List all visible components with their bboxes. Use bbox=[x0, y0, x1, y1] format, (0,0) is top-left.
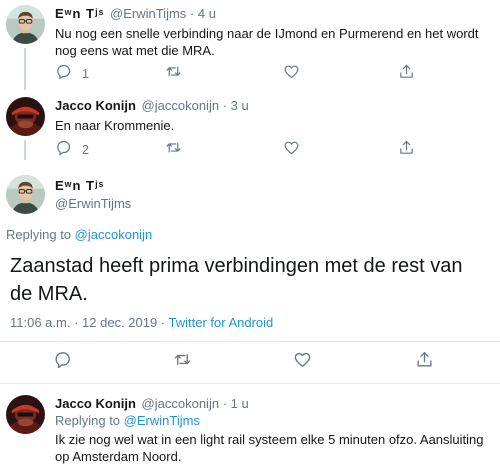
reply-count: 1 bbox=[82, 67, 89, 81]
reply-icon bbox=[55, 139, 72, 161]
tweet-source-link[interactable]: Twitter for Android bbox=[169, 315, 274, 330]
share-button[interactable] bbox=[398, 140, 415, 160]
separator: · bbox=[189, 6, 195, 21]
display-name[interactable]: Jacco Konijn bbox=[55, 396, 136, 411]
replying-to: Replying to @jaccokonijn bbox=[6, 227, 152, 242]
tweet-time[interactable]: 1 u bbox=[231, 396, 249, 411]
heart-icon bbox=[293, 350, 312, 374]
display-name[interactable]: Jacco Konijn bbox=[55, 98, 136, 113]
tweet-timestamp[interactable]: 11:06 a.m. · 12 dec. 2019 · bbox=[10, 315, 169, 330]
replying-to-label: Replying to bbox=[6, 227, 72, 242]
tweet-actions: 2 bbox=[55, 140, 435, 160]
tweet-time[interactable]: 4 u bbox=[198, 6, 216, 21]
avatar-jacco[interactable] bbox=[6, 97, 45, 136]
avatar-erwin[interactable] bbox=[6, 175, 45, 214]
reply-button[interactable]: 1 bbox=[55, 64, 89, 84]
divider bbox=[0, 383, 500, 384]
retweet-icon bbox=[173, 350, 192, 374]
retweet-button[interactable] bbox=[173, 352, 192, 372]
tweet-actions: 1 bbox=[55, 64, 435, 84]
tweet-header: Jacco Konijn @jaccokonijn · 3 u bbox=[55, 98, 249, 114]
replying-to-link[interactable]: @ErwinTijms bbox=[124, 413, 200, 428]
thread-line bbox=[24, 140, 26, 160]
share-icon bbox=[398, 139, 415, 161]
heart-icon bbox=[283, 139, 300, 161]
reply-button[interactable] bbox=[53, 352, 72, 372]
reply-icon bbox=[53, 350, 72, 374]
avatar-jacco[interactable] bbox=[6, 395, 45, 434]
like-button[interactable] bbox=[283, 140, 300, 160]
handle[interactable]: @ErwinTijms bbox=[55, 196, 131, 211]
heart-icon bbox=[283, 63, 300, 85]
main-tweet-text: Zaanstad heeft prima verbindingen met de… bbox=[10, 255, 463, 305]
separator: · bbox=[222, 396, 228, 411]
share-icon bbox=[398, 63, 415, 85]
tweet-time[interactable]: 3 u bbox=[231, 98, 249, 113]
main-display-name-row: Eʷn Tʲˢ bbox=[55, 178, 104, 194]
handle[interactable]: @jaccokonijn bbox=[142, 98, 220, 113]
reply-count: 2 bbox=[82, 143, 89, 157]
tweet-header: Jacco Konijn @jaccokonijn · 1 u bbox=[55, 396, 249, 412]
tweet-text: En naar Krommenie. bbox=[55, 118, 175, 133]
main-handle-row: @ErwinTijms bbox=[55, 196, 131, 212]
display-name[interactable]: Eʷn Tʲˢ bbox=[55, 6, 104, 21]
share-button[interactable] bbox=[415, 352, 434, 372]
reply-icon bbox=[55, 63, 72, 85]
main-tweet-actions bbox=[53, 352, 443, 372]
display-name[interactable]: Eʷn Tʲˢ bbox=[55, 178, 104, 193]
reply-button[interactable]: 2 bbox=[55, 140, 89, 160]
replying-to-label: Replying to bbox=[55, 413, 121, 428]
share-icon bbox=[415, 350, 434, 374]
handle[interactable]: @ErwinTijms bbox=[110, 6, 186, 21]
share-button[interactable] bbox=[398, 64, 415, 84]
tweet-text: Nu nog een snelle verbinding naar de IJm… bbox=[55, 26, 479, 58]
like-button[interactable] bbox=[283, 64, 300, 84]
tweet-header: Eʷn Tʲˢ @ErwinTijms · 4 u bbox=[55, 6, 216, 22]
thread-line bbox=[24, 48, 26, 90]
avatar-erwin[interactable] bbox=[6, 5, 45, 44]
tweet-meta: 11:06 a.m. · 12 dec. 2019 · Twitter for … bbox=[10, 315, 273, 330]
tweet-text: Ik zie nog wel wat in een light rail sys… bbox=[55, 432, 484, 464]
replying-to: Replying to @ErwinTijms bbox=[55, 413, 200, 428]
retweet-icon bbox=[165, 139, 182, 161]
handle[interactable]: @jaccokonijn bbox=[142, 396, 220, 411]
retweet-button[interactable] bbox=[165, 140, 182, 160]
like-button[interactable] bbox=[293, 352, 312, 372]
divider bbox=[0, 341, 500, 342]
retweet-button[interactable] bbox=[165, 64, 182, 84]
separator: · bbox=[222, 98, 228, 113]
replying-to-link[interactable]: @jaccokonijn bbox=[75, 227, 153, 242]
retweet-icon bbox=[165, 63, 182, 85]
